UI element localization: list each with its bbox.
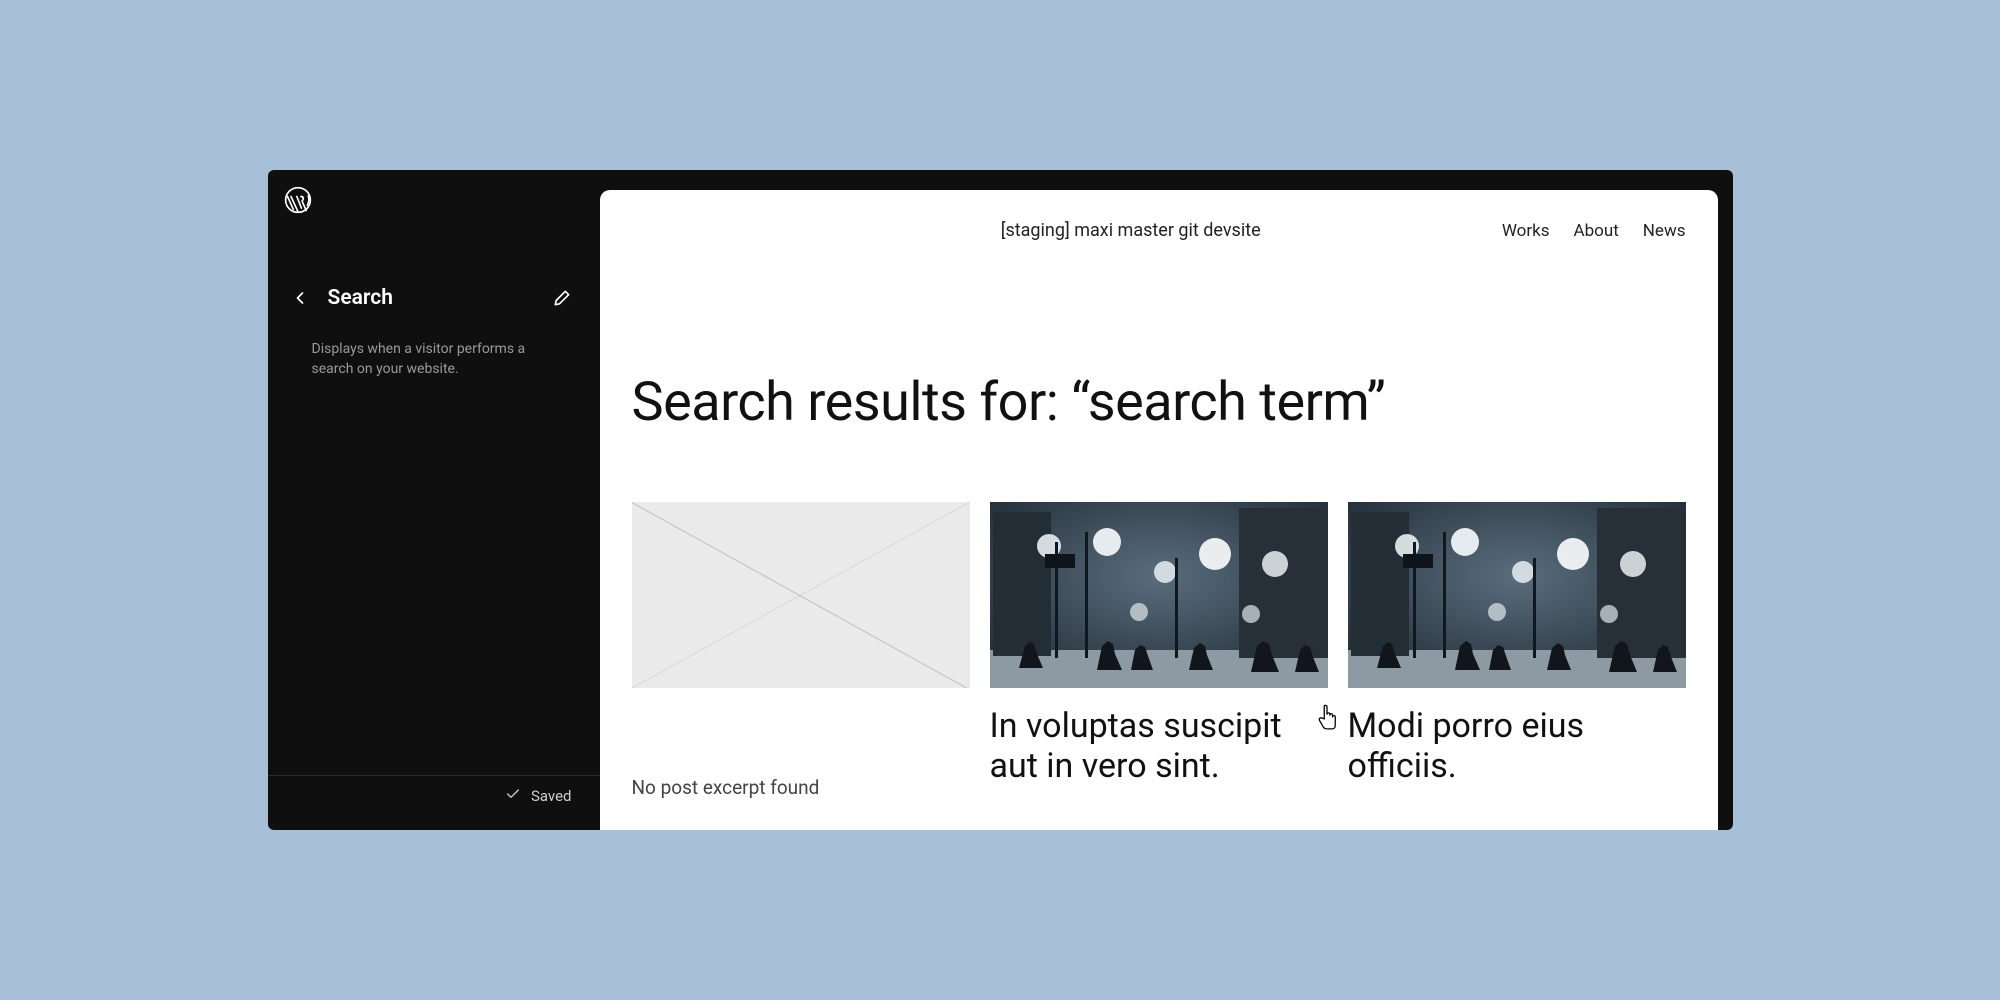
nav-link[interactable]: About [1574,221,1619,241]
thumbnail-image [990,502,1328,688]
site-header: [staging] maxi master git devsite Works … [600,190,1718,241]
excerpt-missing: No post excerpt found [632,776,970,799]
back-button[interactable] [286,284,314,312]
result-card[interactable]: In voluptas suscipit aut in vero sint. [990,502,1328,799]
nav-link[interactable]: News [1643,221,1686,241]
primary-nav: Works About News [1502,221,1686,241]
result-card[interactable]: Modi porro eius officiis. [1348,502,1686,799]
thumbnail-placeholder [632,502,970,688]
site-title[interactable]: [staging] maxi master git devsite [600,220,1502,241]
result-title[interactable]: In voluptas suscipit aut in vero sint. [990,706,1328,786]
sidebar-header: Search [268,278,600,318]
sidebar-title: Search [328,286,548,310]
page-title: Search results for: “search term” [632,371,1718,434]
result-card[interactable]: No post excerpt found [632,502,970,799]
results-grid: No post excerpt found [632,502,1686,799]
nav-link[interactable]: Works [1502,221,1550,241]
wordpress-logo-icon[interactable] [284,186,312,214]
save-status-label: Saved [531,787,572,805]
sidebar: Search Displays when a visitor performs … [268,170,600,830]
result-title[interactable]: Modi porro eius officiis. [1348,706,1686,786]
save-status: Saved [268,775,600,806]
thumbnail-image [1348,502,1686,688]
edit-button[interactable] [548,284,576,312]
sidebar-description: Displays when a visitor performs a searc… [312,340,570,379]
template-preview[interactable]: [staging] maxi master git devsite Works … [600,190,1718,830]
check-icon [505,786,521,806]
editor-frame: Search Displays when a visitor performs … [268,170,1733,830]
